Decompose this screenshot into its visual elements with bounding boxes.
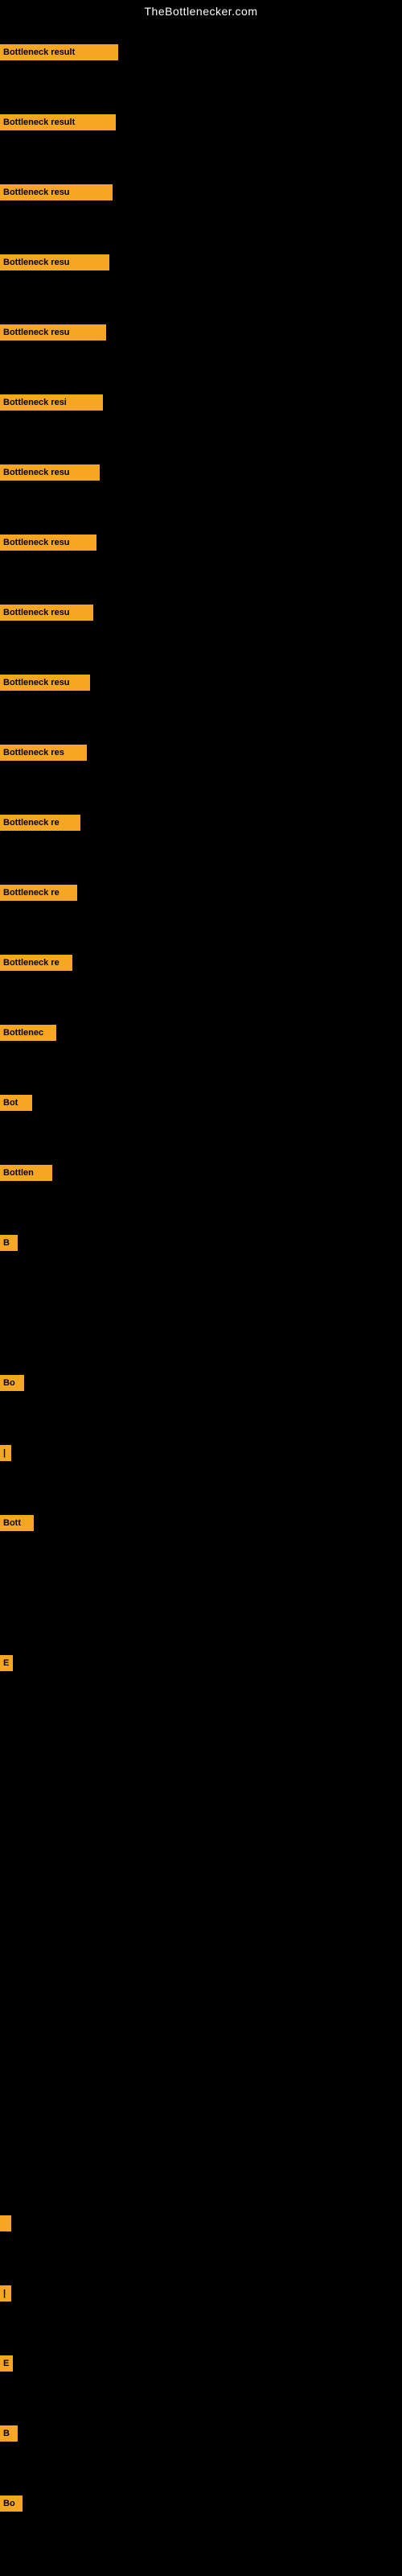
bottleneck-label: Bottleneck resu: [3, 678, 70, 687]
bottleneck-bar: Bottleneck result: [0, 114, 116, 130]
bottleneck-bar: E: [0, 1655, 13, 1671]
bottleneck-label: Bottleneck re: [3, 958, 59, 968]
bottleneck-bar: Bottleneck resu: [0, 254, 109, 270]
bottleneck-label: Bot: [3, 1098, 18, 1108]
bottleneck-bar: Bottleneck re: [0, 815, 80, 831]
bottleneck-bar: Bottleneck resi: [0, 394, 103, 411]
bottleneck-label: Bottleneck result: [3, 118, 75, 127]
bottleneck-label: E: [3, 1658, 9, 1668]
bottleneck-bar: Bottleneck re: [0, 955, 72, 971]
bottleneck-label: Bottleneck resu: [3, 258, 70, 267]
bottleneck-bar: [0, 2215, 11, 2231]
bottleneck-bar: Bottleneck resu: [0, 535, 96, 551]
bottleneck-label: Bottleneck re: [3, 818, 59, 828]
bottleneck-bar: Bottleneck resu: [0, 324, 106, 341]
bottleneck-label: Bo: [3, 1378, 15, 1388]
bottleneck-bar: Bottleneck resu: [0, 675, 90, 691]
site-title: TheBottlenecker.com: [0, 0, 402, 21]
bottleneck-label: Bottlen: [3, 1168, 34, 1178]
bottleneck-label: Bottleneck resu: [3, 538, 70, 547]
bottleneck-label: Bottleneck resu: [3, 468, 70, 477]
bottleneck-bar: E: [0, 2355, 13, 2372]
bottleneck-bar: Bott: [0, 1515, 34, 1531]
bottleneck-bar: |: [0, 2285, 11, 2301]
bottleneck-bar: Bottleneck re: [0, 885, 77, 901]
bottleneck-bar: Bottlen: [0, 1165, 52, 1181]
bottleneck-bar: B: [0, 2425, 18, 2442]
bottleneck-label: Bott: [3, 1518, 21, 1528]
bottleneck-label: B: [3, 1238, 10, 1248]
bottleneck-bar: Bottleneck resu: [0, 464, 100, 481]
bottleneck-bar: Bottleneck resu: [0, 605, 93, 621]
bottleneck-bar: Bo: [0, 1375, 24, 1391]
bottleneck-bar: Bottleneck resu: [0, 184, 113, 200]
bottleneck-bar: B: [0, 1235, 18, 1251]
bottleneck-label: |: [3, 2289, 6, 2298]
bottleneck-label: Bottleneck resu: [3, 608, 70, 617]
bottleneck-label: |: [3, 1448, 6, 1458]
bottleneck-label: Bottleneck resu: [3, 328, 70, 337]
bottleneck-bar: |: [0, 1445, 11, 1461]
bottleneck-label: Bottleneck res: [3, 748, 64, 758]
bottleneck-label: Bottleneck resu: [3, 188, 70, 197]
bottleneck-label: B: [3, 2429, 10, 2438]
bottleneck-bar: Bottleneck result: [0, 44, 118, 60]
bottleneck-label: Bottleneck result: [3, 47, 75, 57]
bottleneck-label: Bo: [3, 2499, 15, 2508]
bottleneck-label: Bottleneck re: [3, 888, 59, 898]
bottleneck-label: Bottleneck resi: [3, 398, 67, 407]
bottleneck-label: E: [3, 2359, 9, 2368]
bottleneck-bar: Bo: [0, 2496, 23, 2512]
bottleneck-label: Bottlenec: [3, 1028, 43, 1038]
bottleneck-bar: Bottlenec: [0, 1025, 56, 1041]
bottleneck-bar: Bottleneck res: [0, 745, 87, 761]
bottleneck-bar: Bot: [0, 1095, 32, 1111]
